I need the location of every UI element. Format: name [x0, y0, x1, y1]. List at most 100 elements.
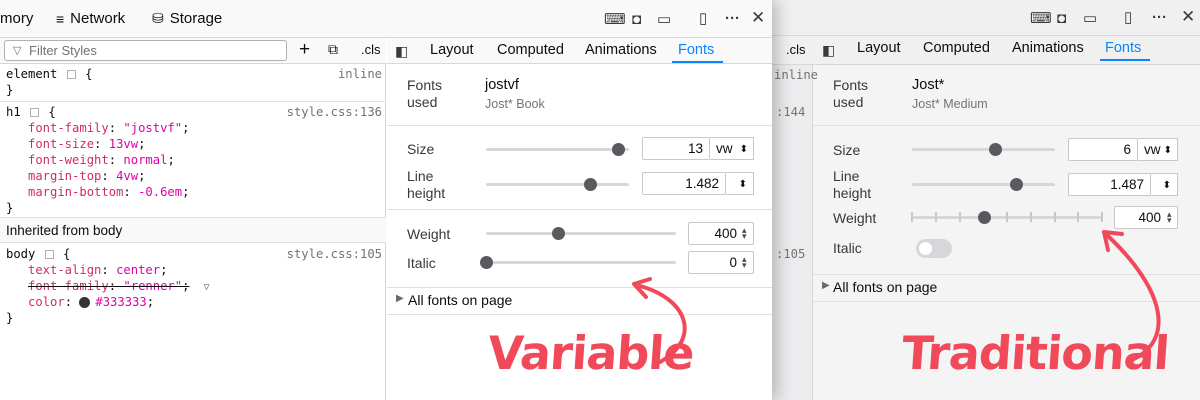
right-line-height-stepper[interactable]: ⬍: [1151, 173, 1178, 196]
italic-slider-thumb[interactable]: [480, 256, 493, 269]
color-swatch[interactable]: [79, 297, 91, 308]
right-size-input[interactable]: 6: [1068, 138, 1138, 161]
property-name[interactable]: font-weight: [28, 153, 109, 167]
responsive-icon[interactable]: ⌨: [1030, 11, 1052, 27]
property-value[interactable]: #333333: [95, 295, 146, 309]
property-value[interactable]: center: [116, 263, 160, 277]
property-name[interactable]: font-family: [28, 121, 109, 135]
property-name[interactable]: margin-bottom: [28, 185, 123, 199]
right-size-label: Size: [833, 142, 861, 158]
property-value[interactable]: 4vw: [116, 169, 138, 183]
devtools-toolbar: mory ≡ Network ⛁ Storage ⌨ ◘ ▭ ▯ ··· ✕: [0, 0, 772, 38]
ruler-icon[interactable]: ▭: [1083, 11, 1097, 27]
close-icon[interactable]: ✕: [1181, 8, 1195, 25]
property-name[interactable]: text-align: [28, 263, 101, 277]
node-selector-icon[interactable]: [44, 250, 54, 259]
dock-icon[interactable]: ▯: [1124, 10, 1132, 26]
tab-fonts[interactable]: Fonts: [678, 42, 714, 58]
property-value[interactable]: normal: [123, 153, 167, 167]
declaration[interactable]: color: #333333;: [28, 294, 154, 310]
expand-arrow-icon[interactable]: ▶: [396, 293, 404, 304]
right-weight-slider-thumb[interactable]: [978, 211, 992, 224]
weight-slider[interactable]: [486, 232, 676, 235]
line-height-slider-thumb[interactable]: [584, 178, 598, 191]
sidebar-toggle-icon[interactable]: ◧: [822, 42, 835, 58]
size-input[interactable]: 13: [642, 137, 710, 160]
tab-memory[interactable]: mory: [0, 10, 33, 27]
storage-icon: ⛁: [152, 10, 164, 26]
tab-layout[interactable]: Layout: [430, 42, 474, 58]
ruler-icon[interactable]: ▭: [657, 12, 671, 28]
right-size-slider-thumb[interactable]: [988, 143, 1002, 156]
size-unit-select[interactable]: vw ⬍: [710, 137, 754, 160]
right-size-slider[interactable]: [912, 148, 1055, 151]
line-height-label: Line height: [407, 168, 446, 201]
tab-network[interactable]: ≡ Network: [56, 10, 125, 27]
divider: [387, 125, 772, 126]
filter-styles-input[interactable]: ▽ Filter Styles: [4, 40, 287, 61]
add-rule-icon[interactable]: +: [299, 39, 310, 61]
element-source[interactable]: inline: [338, 66, 382, 82]
right-line-height-slider[interactable]: [912, 183, 1055, 186]
declaration[interactable]: text-align: center;: [28, 262, 167, 278]
right-italic-toggle[interactable]: [916, 239, 952, 258]
right-weight-label: Weight: [833, 210, 877, 226]
node-selector-icon[interactable]: [30, 108, 40, 117]
property-value[interactable]: "renner": [123, 279, 182, 293]
right-all-fonts-toggle[interactable]: All fonts on page: [833, 279, 937, 295]
declaration[interactable]: font-family: "jostvf";: [28, 120, 189, 136]
right-line-height-slider-thumb[interactable]: [1010, 178, 1024, 191]
right-tab-animations[interactable]: Animations: [1012, 40, 1084, 56]
expand-arrow-icon[interactable]: ▶: [822, 280, 830, 291]
filter-icon[interactable]: ▽: [197, 280, 209, 296]
h1-source-link[interactable]: style.css:136: [287, 104, 382, 120]
tab-animations[interactable]: Animations: [585, 42, 657, 58]
all-fonts-toggle[interactable]: All fonts on page: [408, 292, 512, 308]
size-slider[interactable]: [486, 148, 629, 151]
weight-slider-thumb[interactable]: [552, 227, 566, 240]
close-icon[interactable]: ✕: [751, 9, 765, 26]
size-slider-thumb[interactable]: [611, 143, 625, 156]
property-value[interactable]: 13vw: [109, 137, 138, 151]
line-height-input[interactable]: 1.482: [642, 172, 726, 195]
property-name[interactable]: color: [28, 295, 65, 309]
right-cls-label[interactable]: .cls: [786, 42, 806, 57]
responsive-icon[interactable]: ⌨: [604, 12, 626, 28]
node-selector-icon[interactable]: [66, 70, 76, 79]
property-name[interactable]: font-size: [28, 137, 94, 151]
right-tab-fonts[interactable]: Fonts: [1105, 40, 1141, 56]
more-icon[interactable]: ···: [1152, 10, 1167, 26]
declaration[interactable]: font-size: 13vw;: [28, 136, 145, 152]
more-icon[interactable]: ···: [725, 11, 740, 27]
right-tab-layout[interactable]: Layout: [857, 40, 901, 56]
camera-icon[interactable]: ◘: [1057, 11, 1066, 27]
italic-slider[interactable]: [486, 261, 676, 264]
cls-button[interactable]: .cls: [361, 42, 381, 57]
property-name[interactable]: font-family: [28, 279, 109, 293]
line-height-slider[interactable]: [486, 183, 629, 186]
chevron-updown-icon: ⬍: [1162, 180, 1171, 191]
stepper-arrows-icon[interactable]: ▴ ▾: [742, 255, 747, 270]
property-value[interactable]: "jostvf": [123, 121, 182, 135]
right-active-tab-indicator: [1100, 59, 1150, 61]
sidebar-toggle-icon[interactable]: ◧: [395, 43, 408, 59]
declaration[interactable]: margin-top: 4vw;: [28, 168, 145, 184]
right-tab-computed[interactable]: Computed: [923, 40, 990, 56]
line-height-stepper[interactable]: ⬍: [726, 172, 754, 195]
h1-rule-header: h1 {: [6, 104, 56, 120]
camera-icon[interactable]: ◘: [632, 12, 641, 28]
pseudo-class-icon[interactable]: ⧉: [328, 41, 338, 58]
stepper-arrows-icon[interactable]: ▴ ▾: [742, 226, 747, 241]
declaration[interactable]: margin-bottom: -0.6em;: [28, 184, 189, 200]
right-size-unit-select[interactable]: vw ⬍: [1138, 138, 1178, 161]
h1-brace-open: {: [48, 105, 56, 119]
property-value[interactable]: -0.6em: [138, 185, 182, 199]
dock-icon[interactable]: ▯: [699, 11, 707, 27]
declaration[interactable]: font-weight: normal;: [28, 152, 175, 168]
property-name[interactable]: margin-top: [28, 169, 101, 183]
body-source-link[interactable]: style.css:105: [287, 246, 382, 262]
tab-storage[interactable]: ⛁ Storage: [152, 10, 222, 27]
right-line-height-input[interactable]: 1.487: [1068, 173, 1151, 196]
stepper-arrows-icon[interactable]: ▴ ▾: [1167, 210, 1172, 225]
tab-computed[interactable]: Computed: [497, 42, 564, 58]
